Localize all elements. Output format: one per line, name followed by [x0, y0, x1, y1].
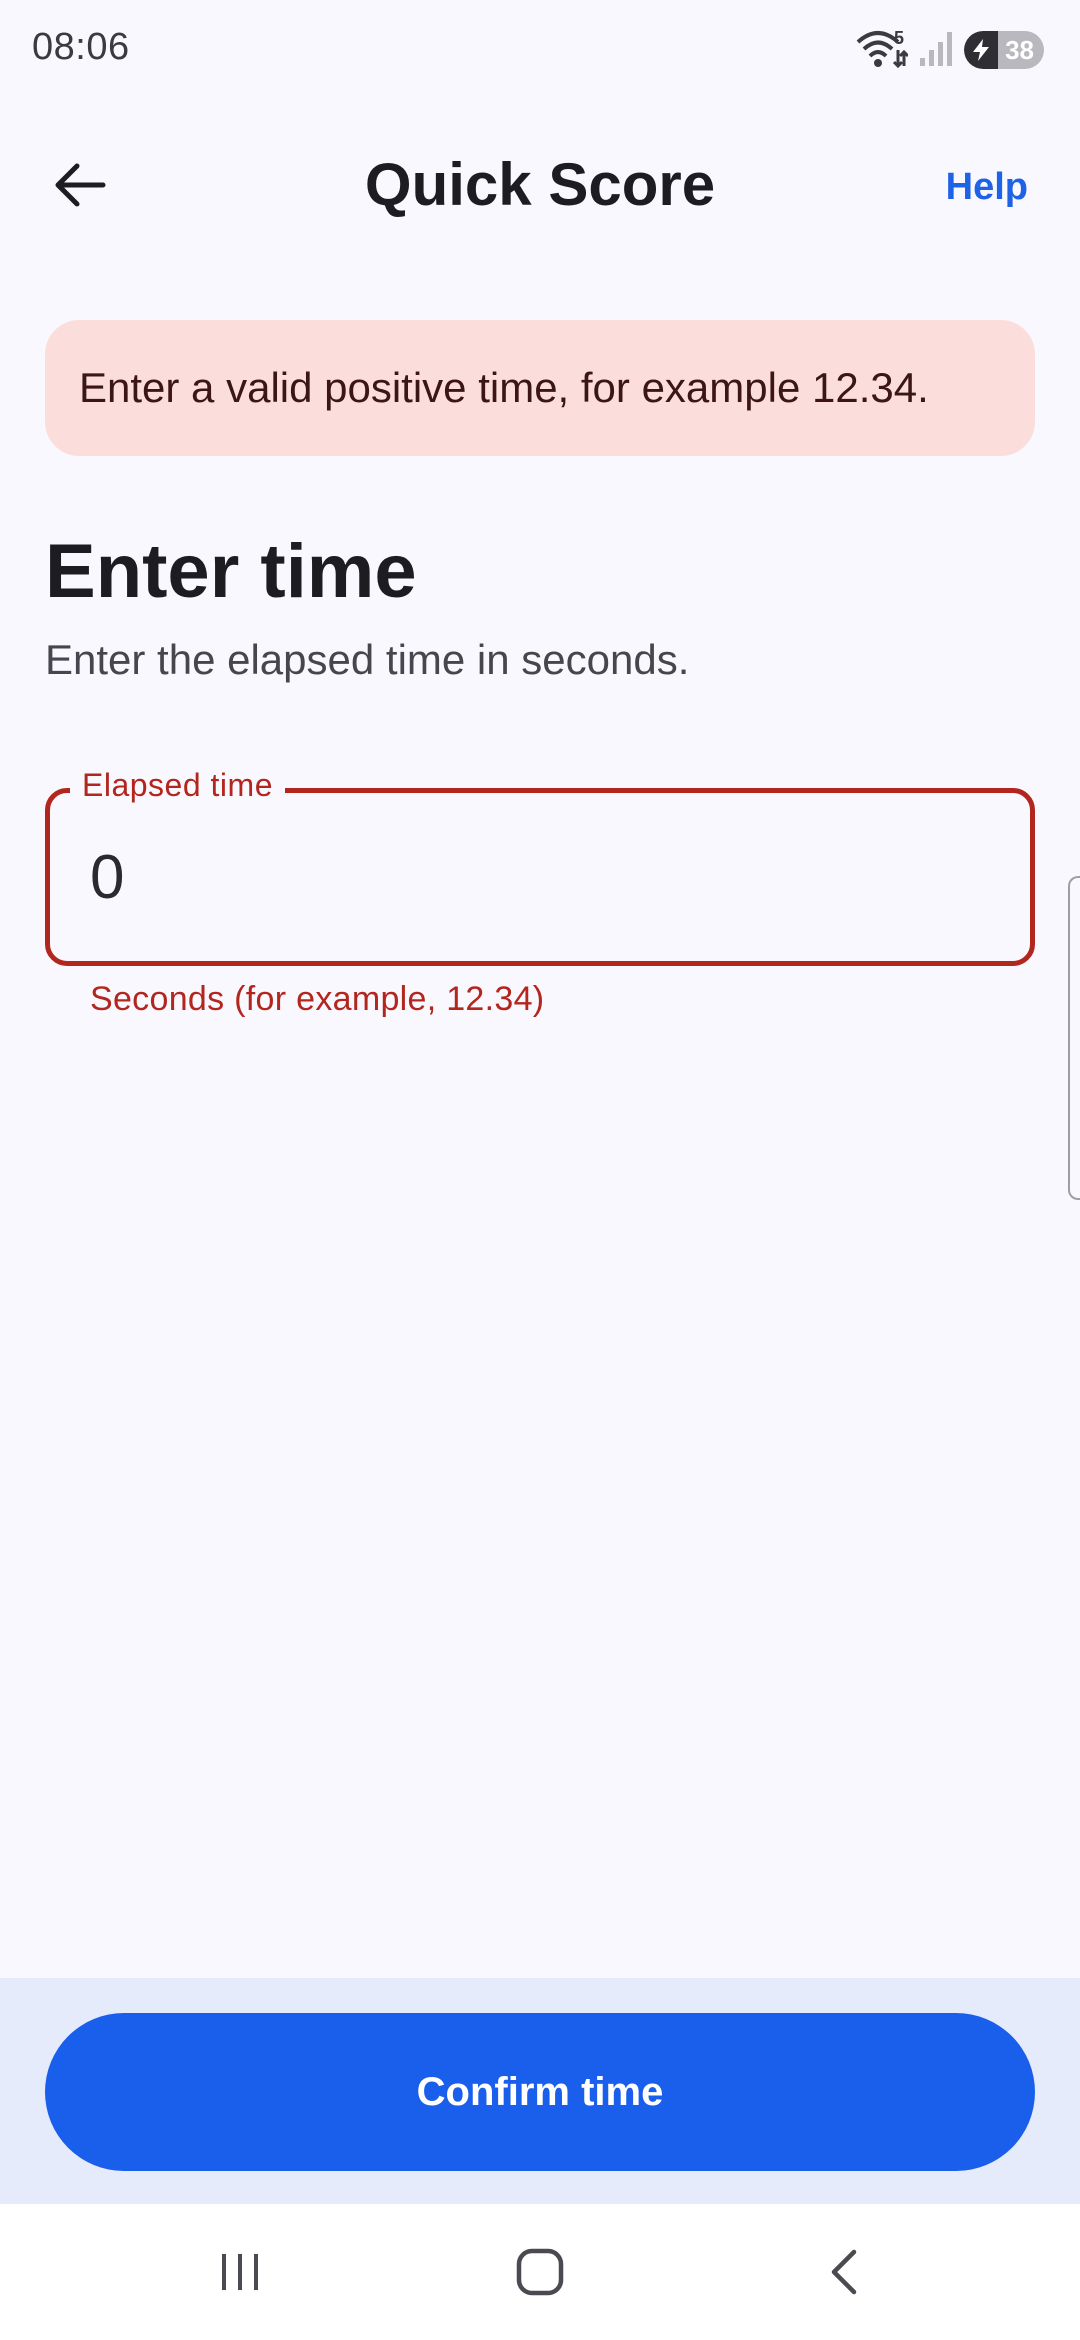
elapsed-time-field[interactable]: Elapsed time [45, 767, 1035, 966]
app-bar: Quick Score Help [0, 130, 1080, 240]
elapsed-time-input[interactable] [90, 837, 990, 917]
error-banner-message: Enter a valid positive time, for example… [79, 364, 929, 411]
section-title: Enter time [45, 529, 417, 614]
error-banner: Enter a valid positive time, for example… [45, 320, 1035, 456]
recent-apps-icon [222, 2254, 258, 2290]
page-title: Quick Score [364, 151, 716, 218]
battery-level: 38 [1005, 34, 1034, 65]
home-icon [516, 2248, 564, 2296]
system-nav-bar [0, 2204, 1080, 2340]
system-back-button[interactable] [784, 2232, 904, 2312]
status-time: 08:06 [32, 26, 130, 68]
home-button[interactable] [480, 2232, 600, 2312]
battery-indicator: 38 [964, 31, 1044, 69]
action-area: Confirm time [0, 1978, 1080, 2204]
charging-bolt-icon [973, 39, 989, 61]
scroll-edge-handle[interactable] [1068, 876, 1080, 1200]
back-icon [831, 2249, 857, 2295]
status-bar: 08:06 5 38 [0, 0, 1080, 100]
wifi-badge: 5 [893, 28, 904, 48]
recent-apps-button[interactable] [180, 2232, 300, 2312]
confirm-time-button[interactable]: Confirm time [45, 2013, 1035, 2171]
help-button[interactable]: Help [946, 166, 1028, 209]
section-description: Enter the elapsed time in seconds. [45, 636, 690, 683]
status-icons: 5 38 [854, 28, 1044, 72]
screen: 08:06 5 38 Quick Score Help Enter a vali… [0, 0, 1080, 2340]
elapsed-time-helper: Seconds (for example, 12.34) [90, 980, 545, 1018]
elapsed-time-label: Elapsed time [70, 767, 285, 804]
signal-icon [918, 28, 954, 73]
